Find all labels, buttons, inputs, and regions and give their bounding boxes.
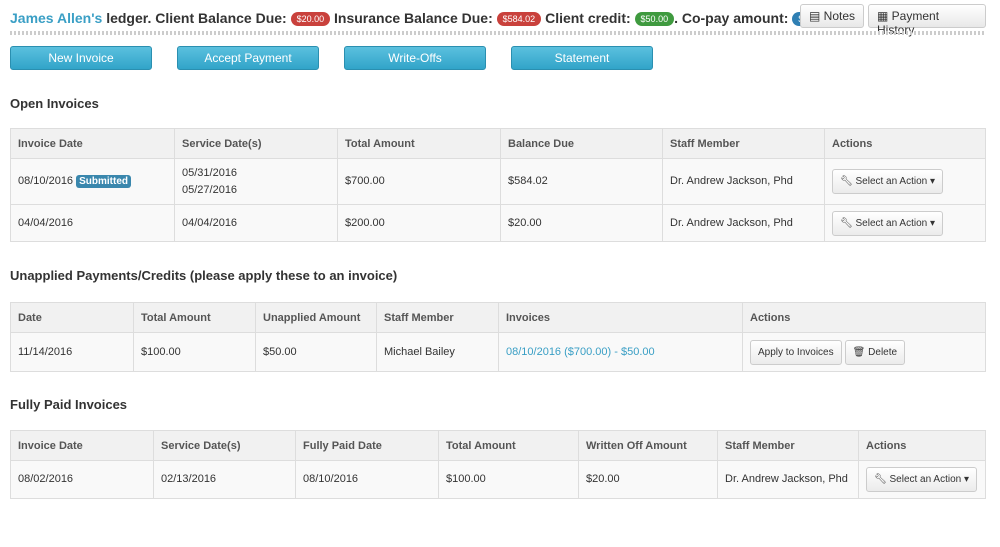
- label: Select an Action: [889, 474, 962, 485]
- divider: [10, 31, 986, 35]
- written-off-amount: $20.00: [578, 460, 718, 499]
- caret-down-icon: ▾: [929, 176, 936, 187]
- submitted-badge: Submitted: [76, 175, 132, 188]
- table-row: 04/04/2016 04/04/2016 $200.00 $20.00 Dr.…: [10, 204, 986, 242]
- notes-button[interactable]: ▤ Notes: [800, 4, 865, 28]
- unapplied-table: Date Total Amount Unapplied Amount Staff Me…: [10, 302, 986, 372]
- staff-member: Dr. Andrew Jackson, Phd: [662, 204, 825, 242]
- staff-member: Dr. Andrew Jackson, Phd: [717, 460, 859, 499]
- label: Delete: [868, 346, 898, 358]
- label: Client credit:: [541, 10, 635, 26]
- wrench-icon: 🔧︎: [874, 474, 887, 485]
- col-header: Actions: [824, 128, 986, 159]
- write-offs-button[interactable]: Write-Offs: [344, 46, 486, 70]
- col-header: Invoice Date: [10, 430, 154, 461]
- list-icon: ▤: [809, 9, 824, 23]
- col-header: Staff Member: [376, 302, 499, 333]
- total-amount: $100.00: [438, 460, 579, 499]
- table-row: 08/02/2016 02/13/2016 08/10/2016 $100.00…: [10, 460, 986, 499]
- label: ledger. Client Balance Due:: [102, 10, 291, 26]
- total-amount: $100.00: [133, 332, 256, 372]
- trash-icon: 🗑︎: [852, 346, 866, 358]
- col-header: Unapplied Amount: [255, 302, 377, 333]
- label: Select an Action: [855, 176, 928, 187]
- col-header: Balance Due: [500, 128, 663, 159]
- service-date: 04/04/2016: [174, 204, 338, 242]
- col-header: Fully Paid Date: [295, 430, 439, 461]
- open-invoices-table: Invoice Date Service Date(s) Total Amount B…: [10, 128, 986, 242]
- staff-member: Dr. Andrew Jackson, Phd: [662, 158, 825, 205]
- wrench-icon: 🔧︎: [840, 217, 853, 229]
- fully-paid-table: Invoice Date Service Date(s) Fully Paid Da…: [10, 430, 986, 499]
- insurance-balance-badge: $584.02: [496, 12, 542, 26]
- ledger-summary: James Allen's ledger. Client Balance Due…: [10, 10, 832, 26]
- table-row: 11/14/2016 $100.00 $50.00 Michael Bailey…: [10, 332, 986, 372]
- col-header: Service Date(s): [174, 128, 338, 159]
- col-header: Invoice Date: [10, 128, 175, 159]
- balance-due: $584.02: [500, 158, 663, 205]
- caret-down-icon: ▾: [963, 474, 970, 485]
- client-credit-badge: $50.00: [634, 12, 675, 26]
- col-header: Written Off Amount: [578, 430, 718, 461]
- col-header: Total Amount: [133, 302, 256, 333]
- date: 11/14/2016: [10, 332, 134, 372]
- service-date: 05/31/2016: [182, 166, 238, 179]
- fully-paid-date: 08/10/2016: [295, 460, 439, 499]
- staff-member: Michael Bailey: [376, 332, 499, 372]
- col-header: Total Amount: [438, 430, 579, 461]
- wrench-icon: 🔧︎: [840, 176, 853, 187]
- col-header: Total Amount: [337, 128, 501, 159]
- invoice-date: 08/10/2016: [18, 175, 74, 187]
- label: Insurance Balance Due:: [330, 10, 497, 26]
- select-action-dropdown[interactable]: 🔧︎ Select an Action ▾: [866, 467, 978, 492]
- invoice-date: 04/04/2016: [10, 204, 175, 242]
- service-date: 05/27/2016: [182, 183, 238, 196]
- col-header: Actions: [742, 302, 986, 333]
- statement-button[interactable]: Statement: [511, 46, 653, 70]
- col-header: Service Date(s): [153, 430, 296, 461]
- select-action-dropdown[interactable]: 🔧︎ Select an Action ▾: [832, 210, 944, 236]
- calendar-icon: ▦: [877, 9, 892, 23]
- caret-down-icon: ▾: [929, 217, 936, 229]
- balance-due: $20.00: [500, 204, 663, 242]
- col-header: Date: [10, 302, 134, 333]
- client-balance-badge: $20.00: [290, 12, 331, 26]
- client-name-link[interactable]: James Allen's: [10, 10, 102, 26]
- payment-history-button[interactable]: ▦ Payment History: [868, 4, 986, 37]
- select-action-dropdown[interactable]: 🔧︎ Select an Action ▾: [832, 169, 944, 194]
- open-invoices-title: Open Invoices: [10, 96, 99, 111]
- label: Notes: [823, 9, 856, 23]
- total-amount: $200.00: [337, 204, 501, 242]
- accept-payment-button[interactable]: Accept Payment: [177, 46, 319, 70]
- col-header: Staff Member: [662, 128, 825, 159]
- new-invoice-button[interactable]: New Invoice: [10, 46, 152, 70]
- col-header: Invoices: [498, 302, 743, 333]
- fully-paid-title: Fully Paid Invoices: [10, 397, 128, 412]
- total-amount: $700.00: [337, 158, 501, 205]
- invoice-date: 08/02/2016: [10, 460, 154, 499]
- table-row: 08/10/2016 Submitted 05/31/2016 05/27/201…: [10, 158, 986, 205]
- col-header: Actions: [858, 430, 986, 461]
- label: Select an Action: [855, 217, 928, 229]
- label: . Co-pay amount:: [674, 10, 793, 26]
- apply-to-invoices-button[interactable]: Apply to Invoices: [750, 339, 842, 365]
- delete-button[interactable]: 🗑︎ Delete: [844, 339, 906, 365]
- col-header: Staff Member: [717, 430, 859, 461]
- unapplied-amount: $50.00: [255, 332, 377, 372]
- unapplied-title: Unapplied Payments/Credits (please apply…: [10, 268, 398, 283]
- service-date: 02/13/2016: [153, 460, 296, 499]
- invoice-link[interactable]: 08/10/2016 ($700.00) - $50.00: [506, 346, 655, 358]
